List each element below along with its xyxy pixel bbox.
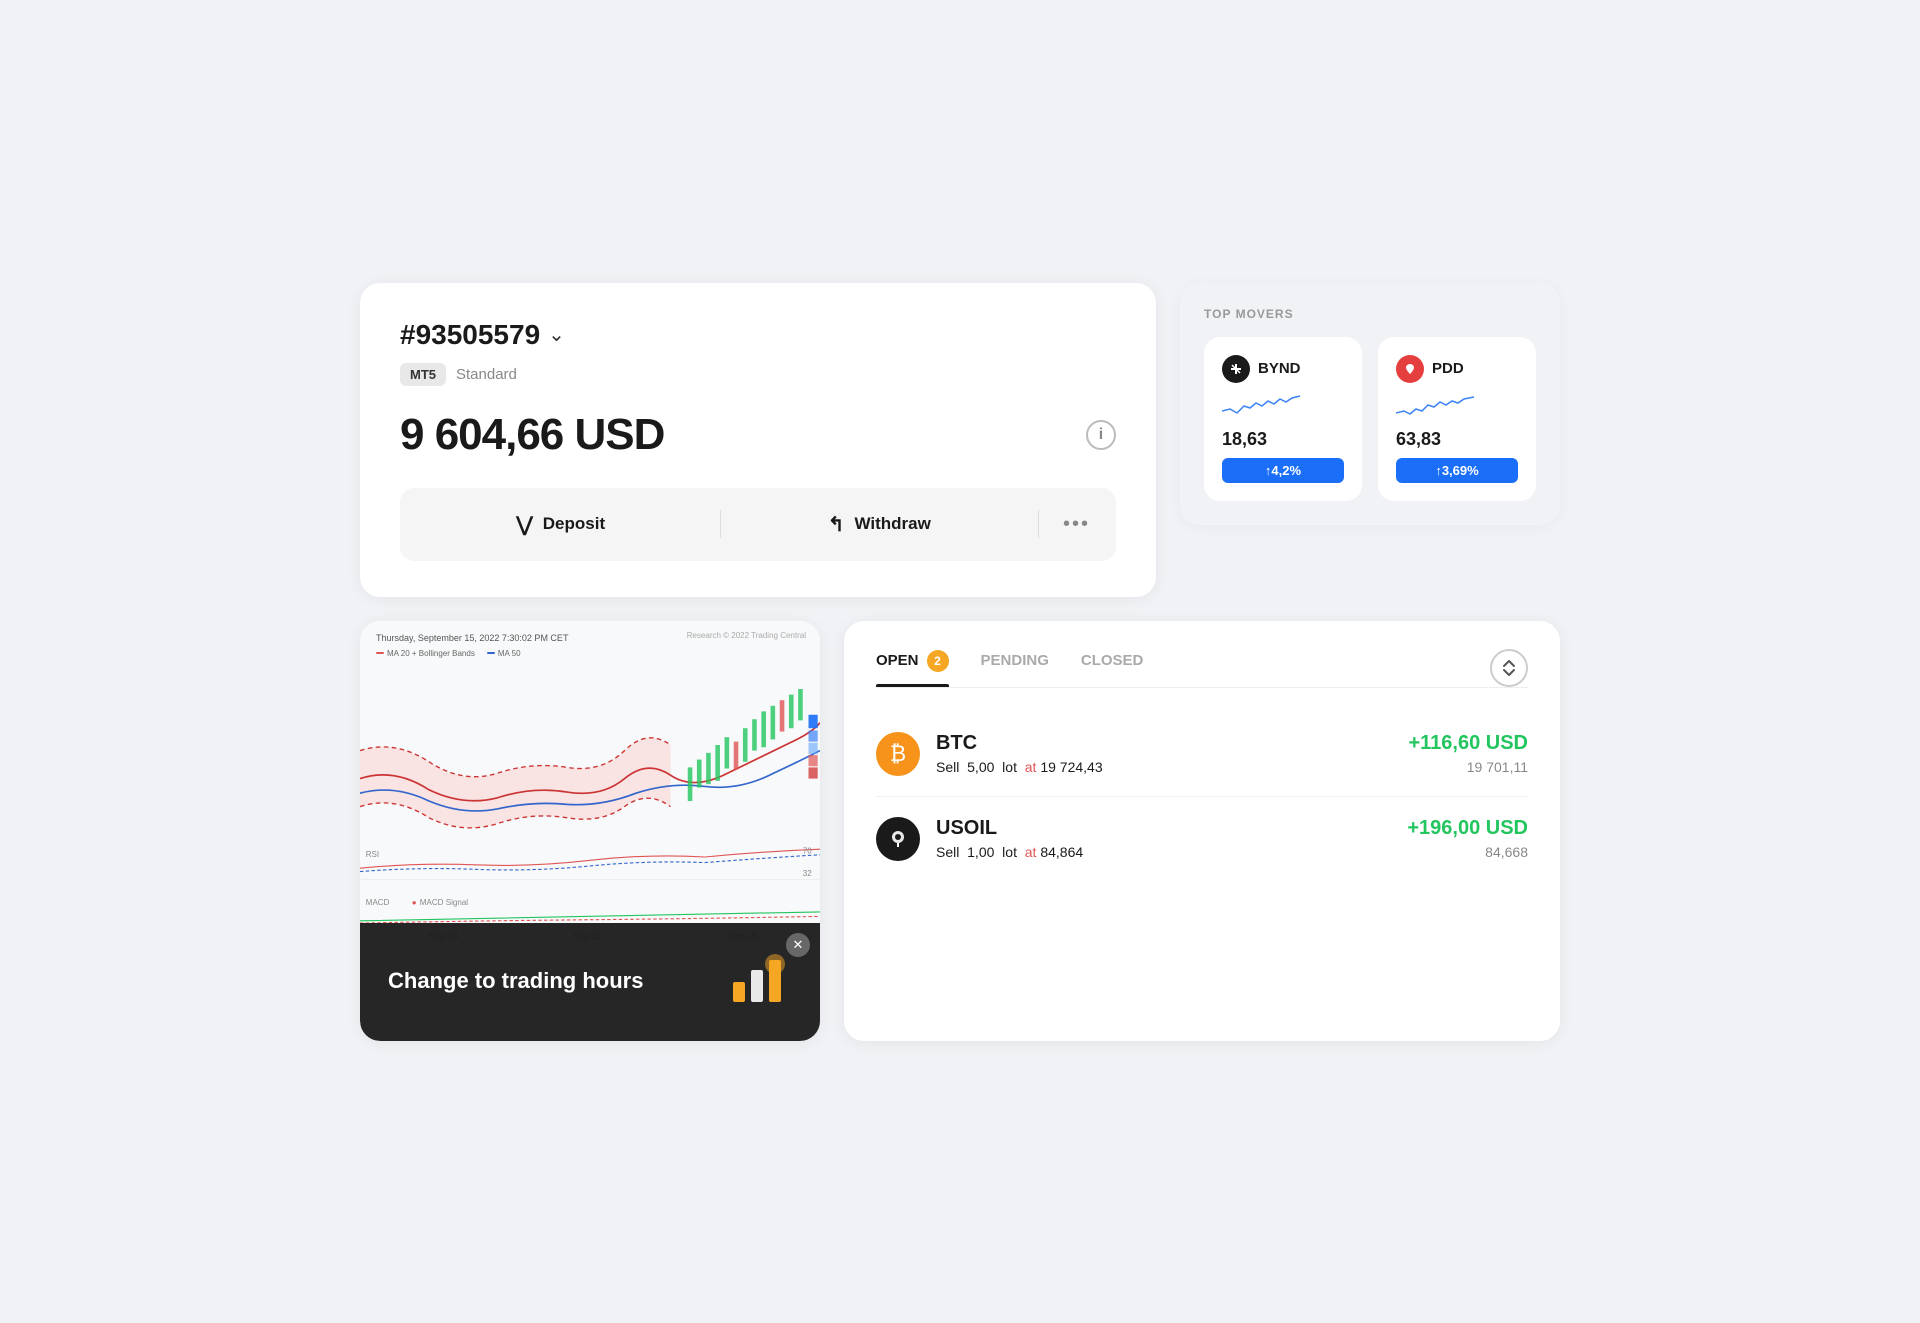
legend-ma50: MA 50 [487, 649, 521, 658]
btc-logo: ₿ [876, 732, 920, 776]
pdd-logo [1396, 355, 1424, 383]
usoil-current-price: 84,668 [1407, 844, 1528, 860]
usoil-symbol: USOIL [936, 817, 1391, 840]
svg-text:MACD Signal: MACD Signal [420, 898, 469, 907]
svg-text:MACD: MACD [366, 898, 390, 907]
svg-text:●: ● [412, 898, 417, 907]
legend-ma20: MA 20 + Bollinger Bands [376, 649, 475, 658]
tab-open[interactable]: OPEN 2 [876, 650, 949, 686]
info-icon[interactable]: i [1086, 420, 1116, 450]
account-card: #93505579 ⌄ MT5 Standard 9 604,66 USD i … [360, 283, 1156, 597]
btc-current-price: 19 701,11 [1408, 759, 1528, 775]
button-divider [720, 510, 721, 538]
account-type-badge: Standard [456, 366, 517, 383]
tabs-row: OPEN 2 PENDING CLOSED [876, 649, 1528, 688]
svg-text:70: 70 [803, 846, 813, 855]
sort-icon [1500, 659, 1518, 677]
account-dropdown-icon[interactable]: ⌄ [548, 322, 565, 347]
chart-area: Thursday, September 15, 2022 7:30:02 PM … [360, 621, 820, 941]
pdd-name: PDD [1432, 360, 1464, 377]
mover-item-bynd[interactable]: BYND 18,63 ↑4,2% [1204, 337, 1362, 501]
trade-item-usoil[interactable]: USOIL Sell 1,00 lot at 84,864 +196,00 US… [876, 797, 1528, 881]
main-container: #93505579 ⌄ MT5 Standard 9 604,66 USD i … [360, 283, 1560, 1041]
chart-timestamp: Thursday, September 15, 2022 7:30:02 PM … [376, 633, 568, 643]
mover-header: BYND [1222, 355, 1344, 383]
chart-icon [725, 950, 789, 1014]
usoil-logo [876, 817, 920, 861]
deposit-icon: ⋁ [516, 512, 532, 537]
deposit-button[interactable]: ⋁ Deposit [406, 494, 716, 555]
bynd-change: ↑4,2% [1222, 458, 1344, 483]
action-buttons: ⋁ Deposit ↰ Withdraw ••• [400, 488, 1116, 561]
platform-badge: MT5 [400, 363, 446, 386]
chart-copyright: Research © 2022 Trading Central [687, 631, 806, 640]
btc-right: +116,60 USD 19 701,11 [1408, 732, 1528, 775]
pdd-price: 63,83 [1396, 429, 1518, 450]
bynd-price: 18,63 [1222, 429, 1344, 450]
bynd-chart [1222, 391, 1302, 421]
usoil-right: +196,00 USD 84,668 [1407, 817, 1528, 860]
main-chart-svg: RSI 70 32 MACD ● MACD Signal Sep 14 Sep … [360, 661, 820, 941]
top-movers-title: TOP MOVERS [1204, 307, 1536, 321]
withdraw-icon: ↰ [828, 512, 845, 537]
usoil-details: Sell 1,00 lot at 84,864 [936, 844, 1391, 860]
legend-ma50-label: MA 50 [498, 649, 521, 658]
withdraw-button[interactable]: ↰ Withdraw [725, 494, 1035, 555]
usoil-info: USOIL Sell 1,00 lot at 84,864 [936, 817, 1391, 860]
bynd-name: BYND [1258, 360, 1301, 377]
sort-button[interactable] [1490, 649, 1528, 687]
btc-details: Sell 5,00 lot at 19 724,43 [936, 759, 1392, 775]
svg-text:32: 32 [803, 869, 813, 878]
bottom-row: Thursday, September 15, 2022 7:30:02 PM … [360, 621, 1560, 1041]
button-divider-2 [1038, 510, 1039, 538]
account-id: #93505579 [400, 319, 540, 351]
notification-icon-area [722, 947, 792, 1017]
top-row: #93505579 ⌄ MT5 Standard 9 604,66 USD i … [360, 283, 1560, 597]
btc-info: BTC Sell 5,00 lot at 19 724,43 [936, 732, 1392, 775]
pdd-chart [1396, 391, 1476, 421]
chart-legend: MA 20 + Bollinger Bands MA 50 [376, 649, 521, 658]
movers-grid: BYND 18,63 ↑4,2% [1204, 337, 1536, 501]
notification-text: Change to trading hours [388, 967, 643, 996]
usoil-pnl: +196,00 USD [1407, 817, 1528, 840]
account-id-row: #93505579 ⌄ [400, 319, 1116, 351]
tab-pending[interactable]: PENDING [981, 652, 1049, 683]
bynd-logo [1222, 355, 1250, 383]
mover-header-pdd: PDD [1396, 355, 1518, 383]
open-badge: 2 [927, 650, 949, 672]
mover-item-pdd[interactable]: PDD 63,83 ↑3,69% [1378, 337, 1536, 501]
trade-item-btc[interactable]: ₿ BTC Sell 5,00 lot at 19 724,43 +116,60… [876, 712, 1528, 797]
btc-symbol: BTC [936, 732, 1392, 755]
notification-overlay: Change to trading hours ✕ [360, 923, 820, 1041]
tab-closed[interactable]: CLOSED [1081, 652, 1144, 683]
balance-row: 9 604,66 USD i [400, 410, 1116, 460]
balance-amount: 9 604,66 USD [400, 410, 664, 460]
top-movers-card: TOP MOVERS BYND [1180, 283, 1560, 525]
legend-ma20-label: MA 20 + Bollinger Bands [387, 649, 475, 658]
btc-pnl: +116,60 USD [1408, 732, 1528, 755]
close-notification-button[interactable]: ✕ [786, 933, 810, 957]
chart-card: Thursday, September 15, 2022 7:30:02 PM … [360, 621, 820, 1041]
account-badges: MT5 Standard [400, 363, 1116, 386]
pdd-change: ↑3,69% [1396, 458, 1518, 483]
svg-text:RSI: RSI [366, 850, 379, 859]
more-options-button[interactable]: ••• [1043, 495, 1110, 554]
trades-card: OPEN 2 PENDING CLOSED ₿ [844, 621, 1560, 1041]
